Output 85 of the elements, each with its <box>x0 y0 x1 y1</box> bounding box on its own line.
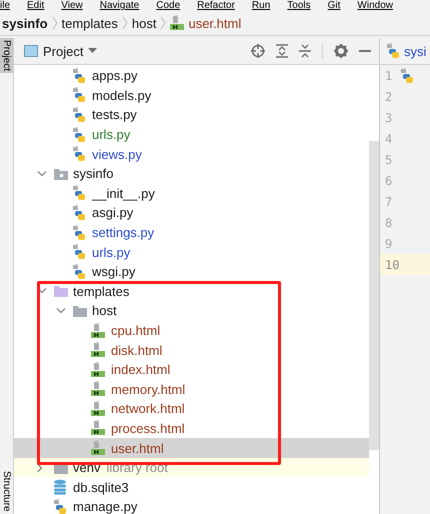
line-number: 5 <box>385 152 392 166</box>
line-number: 8 <box>385 216 392 230</box>
collapse-all-icon[interactable] <box>299 44 311 58</box>
html-file-icon <box>91 420 105 436</box>
menu-item[interactable]: Window <box>357 1 393 11</box>
menu-item[interactable]: Tools <box>287 1 311 11</box>
menu-item[interactable]: Navigate <box>100 1 140 11</box>
chevron-icon <box>122 16 128 30</box>
html-file-icon <box>91 381 105 398</box>
locate-icon[interactable] <box>251 44 265 58</box>
line-number: 7 <box>385 194 392 208</box>
chevron-icon <box>52 16 58 30</box>
tree-item-label[interactable]: settings.py <box>92 225 154 240</box>
python-file-icon <box>72 87 86 104</box>
python-file-icon <box>72 185 86 202</box>
expand-all-icon[interactable] <box>276 44 288 58</box>
python-file-icon <box>72 204 86 221</box>
tree-item-label[interactable]: templates <box>73 284 130 299</box>
tool-window-tab[interactable]: Project <box>0 38 13 74</box>
breadcrumb-item[interactable]: user.html <box>188 16 242 30</box>
tree-item-label[interactable]: __init__.py <box>92 186 155 201</box>
python-file-icon <box>72 264 86 280</box>
menu-item[interactable]: View <box>61 1 83 11</box>
line-number: 6 <box>385 174 392 188</box>
html-file-icon <box>91 362 105 378</box>
tree-item-label[interactable]: venv <box>73 460 100 476</box>
tree-item-label[interactable]: wsgi.py <box>92 264 136 280</box>
minimize-icon[interactable] <box>359 49 371 53</box>
tree-item-label[interactable]: process.html <box>111 420 185 436</box>
python-file-icon <box>400 68 414 84</box>
html-file-icon <box>91 400 105 417</box>
panel-icon <box>24 45 38 57</box>
tool-window-tab[interactable]: Structure <box>0 469 13 514</box>
dropdown-caret-icon[interactable] <box>88 48 98 54</box>
tree-item-label[interactable]: manage.py <box>73 499 138 514</box>
line-number: 1 <box>385 68 392 82</box>
html-file-icon <box>91 342 105 358</box>
python-file-icon <box>72 224 86 241</box>
tree-item-label[interactable]: models.py <box>92 88 152 103</box>
tree-item-label[interactable]: urls.py <box>92 127 130 142</box>
folder-icon <box>53 284 69 298</box>
breadcrumb-item[interactable]: host <box>132 16 156 30</box>
python-file-icon <box>72 244 86 260</box>
package-folder-icon <box>53 166 69 181</box>
python-file-icon <box>72 126 86 143</box>
tree-item-label[interactable]: index.html <box>111 362 170 378</box>
tree-item-label[interactable]: asgi.py <box>92 205 134 220</box>
html-file-icon <box>170 15 184 31</box>
python-file-icon <box>72 106 86 123</box>
line-number: 2 <box>385 90 392 104</box>
folder-icon <box>72 304 88 318</box>
line-number: 3 <box>385 110 392 124</box>
tree-item-label[interactable]: db.sqlite3 <box>73 480 129 495</box>
tree-item-label[interactable]: sysinfo <box>73 166 114 182</box>
tree-item-label[interactable]: network.html <box>111 401 185 416</box>
database-icon <box>53 479 67 496</box>
tree-item-label[interactable]: user.html <box>111 440 164 456</box>
line-number: 9 <box>385 236 392 250</box>
chevron-icon <box>160 16 166 30</box>
breadcrumb-item[interactable]: templates <box>62 16 118 30</box>
breadcrumb-item[interactable]: sysinfo <box>2 16 48 30</box>
menu-item[interactable]: Git <box>328 1 340 11</box>
python-file-icon <box>386 43 400 59</box>
tree-item-label[interactable]: tests.py <box>92 107 137 122</box>
tree-item-label[interactable]: memory.html <box>111 382 186 397</box>
tree-item-label[interactable]: urls.py <box>92 244 130 260</box>
menu-item[interactable]: Code <box>156 1 180 11</box>
menu-item[interactable]: Refactor <box>197 1 235 11</box>
tree-item-label[interactable]: disk.html <box>111 342 162 358</box>
menu-item[interactable]: Run <box>252 1 270 11</box>
menu-item[interactable]: ile <box>0 1 10 11</box>
scrollbar-thumb[interactable] <box>369 141 379 450</box>
python-file-icon <box>72 68 86 84</box>
settings-icon[interactable] <box>334 44 348 58</box>
editor-tab[interactable]: sysi <box>380 38 430 65</box>
tree-item-label[interactable]: apps.py <box>92 68 138 84</box>
html-file-icon <box>91 322 105 339</box>
python-file-icon <box>72 146 86 162</box>
panel-title: Project <box>43 44 84 58</box>
menu-item[interactable]: Edit <box>27 1 44 11</box>
line-number: 10 <box>385 258 400 272</box>
tree-item-label[interactable]: cpu.html <box>111 323 160 338</box>
tree-item-label[interactable]: views.py <box>92 146 142 162</box>
line-number: 4 <box>385 132 392 146</box>
tree-item-label[interactable]: host <box>92 303 117 318</box>
